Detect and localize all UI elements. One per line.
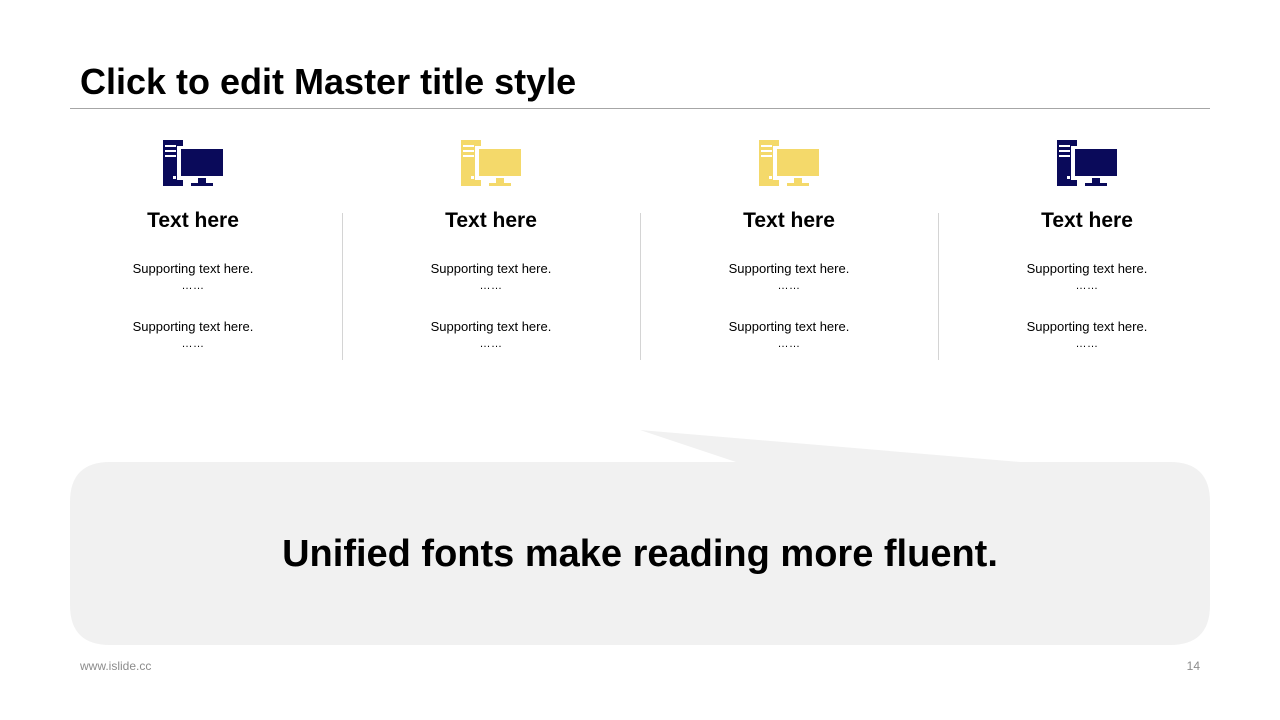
slide-title[interactable]: Click to edit Master title style — [80, 60, 576, 104]
supporting-text[interactable]: Supporting text here. — [342, 318, 640, 335]
supporting-text[interactable]: Supporting text here. — [44, 260, 342, 277]
supporting-text[interactable]: Supporting text here. — [640, 318, 938, 335]
ellipsis-text: …… — [181, 280, 205, 292]
column-heading[interactable]: Text here — [44, 208, 342, 234]
supporting-text[interactable]: Supporting text here. — [342, 260, 640, 277]
desktop-computer-icon — [759, 140, 819, 188]
ellipsis-text: …… — [479, 338, 503, 350]
callout-text[interactable]: Unified fonts make reading more fluent. — [70, 530, 1210, 578]
ellipsis-text: …… — [479, 280, 503, 292]
footer-url: www.islide.cc — [80, 659, 152, 673]
feature-column: Text here Supporting text here. …… Suppo… — [44, 140, 342, 362]
ellipsis-text: …… — [777, 338, 801, 350]
supporting-text[interactable]: Supporting text here. — [938, 318, 1236, 335]
ellipsis-text: …… — [1075, 280, 1099, 292]
feature-columns: Text here Supporting text here. …… Suppo… — [44, 140, 1236, 362]
ellipsis-text: …… — [777, 280, 801, 292]
column-heading[interactable]: Text here — [938, 208, 1236, 234]
desktop-computer-icon — [461, 140, 521, 188]
ellipsis-text: …… — [1075, 338, 1099, 350]
column-heading[interactable]: Text here — [342, 208, 640, 234]
supporting-text[interactable]: Supporting text here. — [44, 318, 342, 335]
feature-column: Text here Supporting text here. …… Suppo… — [938, 140, 1236, 362]
desktop-computer-icon — [1057, 140, 1117, 188]
feature-column: Text here Supporting text here. …… Suppo… — [640, 140, 938, 362]
column-heading[interactable]: Text here — [640, 208, 938, 234]
title-divider — [70, 108, 1210, 109]
ellipsis-text: …… — [181, 338, 205, 350]
feature-column: Text here Supporting text here. …… Suppo… — [342, 140, 640, 362]
page-number: 14 — [1186, 659, 1200, 673]
supporting-text[interactable]: Supporting text here. — [938, 260, 1236, 277]
supporting-text[interactable]: Supporting text here. — [640, 260, 938, 277]
desktop-computer-icon — [163, 140, 223, 188]
